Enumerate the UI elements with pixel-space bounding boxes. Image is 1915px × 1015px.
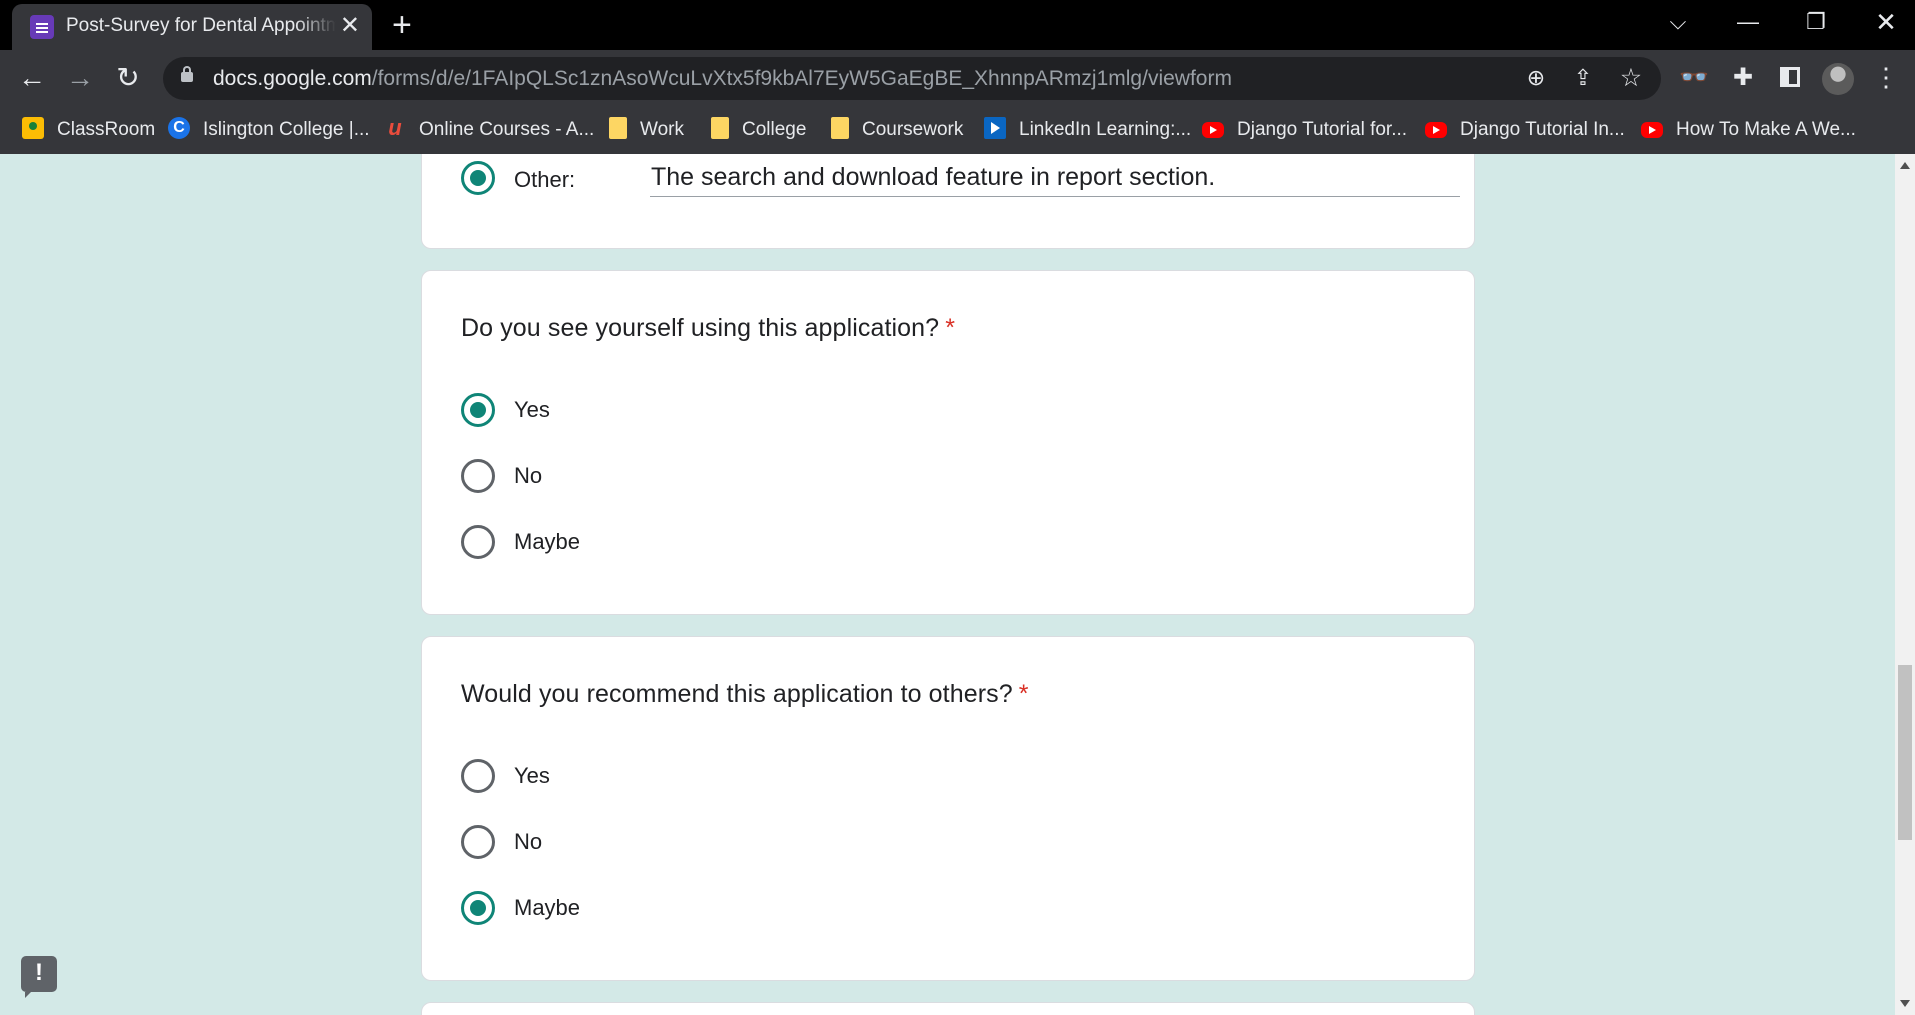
google-forms-icon	[30, 15, 54, 39]
option-label: Maybe	[514, 529, 581, 554]
option-label: Yes	[514, 397, 550, 422]
folder-icon	[609, 116, 627, 139]
bookmark-college[interactable]: College	[711, 115, 806, 145]
question-title: Would you recommend this application to …	[461, 680, 1029, 709]
bookmark-label: Work	[640, 119, 684, 140]
youtube-icon	[1641, 121, 1663, 138]
radio-button[interactable]	[461, 825, 495, 859]
option-label: No	[514, 829, 543, 854]
question-title: Do you see yourself using this applicati…	[461, 314, 955, 343]
radio-button[interactable]	[461, 525, 495, 559]
bookmark-label: Django Tutorial In...	[1460, 119, 1625, 140]
option-label: Yes	[514, 763, 550, 788]
bookmark-linkedin-learning[interactable]: LinkedIn Learning:...	[984, 115, 1191, 145]
bookmarks-bar: ClassRoom C Islington College |... u Onlin…	[0, 107, 1915, 154]
active-tab[interactable]: Post-Survey for Dental Appointment ✕	[12, 4, 372, 50]
other-label: Other:	[514, 167, 576, 192]
bookmark-islington-college[interactable]: C Islington College |...	[168, 115, 370, 145]
tab-title: Post-Survey for Dental Appointment	[66, 15, 336, 36]
zoom-icon[interactable]: ⊕	[1521, 65, 1551, 91]
question-card-previous: Other:	[421, 154, 1475, 249]
bookmark-django-tutorial-1[interactable]: Django Tutorial for...	[1202, 115, 1407, 145]
share-icon[interactable]: ⇪	[1568, 65, 1598, 91]
back-button[interactable]: ←	[14, 62, 50, 94]
browser-menu-icon[interactable]: ⋮	[1872, 62, 1900, 92]
browser-toolbar: ← → ↻ docs.google.com/forms/d/e/1FAIpQLS…	[0, 50, 1915, 107]
bookmark-label: How To Make A We...	[1676, 119, 1856, 140]
folder-icon	[831, 116, 849, 139]
bookmark-label: Online Courses - A...	[419, 119, 595, 140]
bookmark-label: Coursework	[862, 119, 964, 140]
classroom-icon	[22, 116, 44, 139]
scroll-down-arrow-icon[interactable]	[1900, 1000, 1910, 1007]
scroll-up-arrow-icon[interactable]	[1900, 162, 1910, 169]
question-text: Would you recommend this application to …	[461, 680, 1013, 708]
new-tab-button[interactable]: +	[392, 6, 412, 44]
bookmark-label: ClassRoom	[57, 119, 156, 140]
radio-button[interactable]	[461, 393, 495, 427]
extension-glasses-icon[interactable]: 👓	[1678, 64, 1710, 92]
profile-avatar[interactable]	[1822, 63, 1854, 95]
bookmark-coursework[interactable]: Coursework	[831, 115, 963, 145]
option-label: Maybe	[514, 895, 581, 920]
scrollbar-thumb[interactable]	[1898, 665, 1912, 840]
bookmark-label: College	[742, 119, 807, 140]
lock-icon[interactable]	[181, 66, 193, 82]
forward-button[interactable]: →	[62, 62, 98, 94]
option-label: No	[514, 463, 543, 488]
side-panel-icon[interactable]	[1774, 64, 1806, 94]
reload-button[interactable]: ↻	[110, 62, 146, 94]
bookmark-star-icon[interactable]: ☆	[1616, 65, 1646, 91]
required-asterisk: *	[945, 314, 956, 342]
address-bar[interactable]: docs.google.com/forms/d/e/1FAIpQLSc1znAs…	[163, 57, 1661, 100]
form-page: Other: Do you see yourself using this ap…	[0, 154, 1895, 1015]
bookmark-how-to-make[interactable]: How To Make A We...	[1641, 115, 1856, 145]
close-window-button[interactable]: ✕	[1866, 8, 1906, 36]
bookmark-label: LinkedIn Learning:...	[1019, 119, 1192, 140]
bookmark-label: Islington College |...	[203, 119, 370, 140]
udemy-icon: u	[388, 114, 402, 140]
youtube-icon	[1202, 121, 1224, 138]
radio-button[interactable]	[461, 759, 495, 793]
linkedin-learning-icon	[984, 116, 1006, 139]
radio-button[interactable]	[461, 459, 495, 493]
bookmark-online-courses[interactable]: u Online Courses - A...	[384, 115, 594, 145]
bookmark-label: Django Tutorial for...	[1237, 119, 1408, 140]
url-host: docs.google.com	[213, 67, 372, 90]
other-text-input[interactable]	[650, 158, 1460, 197]
question-card-next	[421, 1002, 1475, 1015]
minimize-button[interactable]: —	[1728, 8, 1768, 36]
page-scrollbar[interactable]	[1895, 154, 1915, 1015]
report-feedback-icon[interactable]: !	[21, 956, 57, 998]
bookmark-work[interactable]: Work	[609, 115, 684, 145]
other-radio[interactable]	[461, 161, 495, 195]
close-tab-icon[interactable]: ✕	[340, 13, 360, 39]
url-path: /forms/d/e/1FAIpQLSc1znAsoWcuLvXtx5f9kbA…	[371, 67, 1232, 90]
question-card-use-application: Do you see yourself using this applicati…	[421, 270, 1475, 615]
c-icon: C	[168, 116, 190, 139]
folder-icon	[711, 116, 729, 139]
tab-strip: Post-Survey for Dental Appointment ✕ + ⌵…	[0, 0, 1915, 50]
required-asterisk: *	[1018, 680, 1029, 708]
url-text[interactable]: docs.google.com/forms/d/e/1FAIpQLSc1znAs…	[213, 67, 1232, 91]
bookmark-classroom[interactable]: ClassRoom	[22, 115, 155, 145]
restore-button[interactable]: ❐	[1796, 8, 1836, 36]
question-card-recommend: Would you recommend this application to …	[421, 636, 1475, 981]
radio-button[interactable]	[461, 891, 495, 925]
tab-search-icon[interactable]: ⌵	[1658, 8, 1698, 36]
question-text: Do you see yourself using this applicati…	[461, 314, 940, 342]
extensions-puzzle-icon[interactable]: ✚	[1727, 64, 1759, 92]
youtube-icon	[1425, 121, 1447, 138]
bookmark-django-tutorial-2[interactable]: Django Tutorial In...	[1425, 115, 1625, 145]
